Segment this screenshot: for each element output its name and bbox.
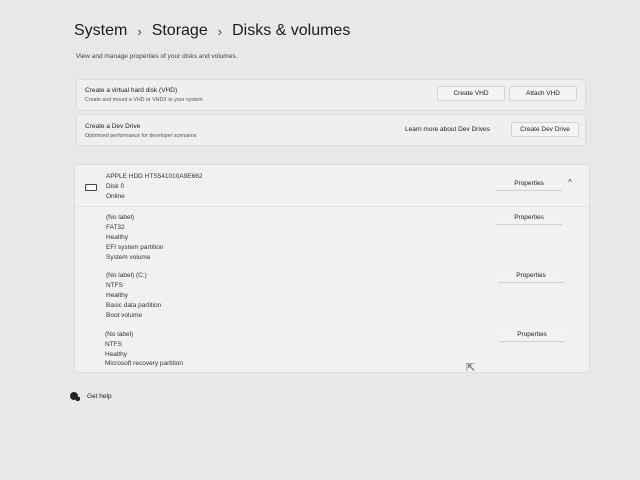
get-help-link[interactable]: Get help (70, 392, 112, 401)
create-dev-drive-button[interactable]: Create Dev Drive (511, 122, 579, 137)
chevron-up-icon[interactable]: ^ (568, 178, 572, 187)
disk-header[interactable]: APPLE HDD HTS541010A9E662 Disk 0 Online … (75, 165, 589, 207)
disk-properties-button[interactable]: Properties (496, 178, 562, 191)
breadcrumb: System › Storage › Disks & volumes (74, 22, 350, 40)
volume-health: Healthy (105, 351, 128, 358)
breadcrumb-separator: › (217, 23, 223, 39)
mouse-cursor-icon: ⇱ (466, 362, 476, 374)
get-help-label: Get help (87, 392, 112, 400)
page-title: Disks & volumes (232, 22, 351, 39)
volume-type: Basic data partition (106, 302, 162, 309)
dev-drive-description: Optimised performance for developer scen… (85, 133, 197, 139)
create-vhd-button[interactable]: Create VHD (437, 86, 505, 101)
vhd-description: Create and mount a VHD or VHDX to your s… (85, 97, 203, 103)
volume-label: (No label) (106, 214, 135, 221)
volume-type: Microsoft recovery partition (105, 360, 184, 367)
disk-number: Disk 0 (106, 183, 125, 190)
vhd-title: Create a virtual hard disk (VHD) (85, 87, 178, 94)
attach-vhd-button[interactable]: Attach VHD (509, 86, 577, 101)
dev-drive-title: Create a Dev Drive (85, 123, 141, 130)
volume-label: (No label) (C:) (106, 272, 147, 279)
volume-filesystem: FAT32 (106, 224, 125, 231)
volume-properties-button[interactable]: Properties (499, 329, 565, 342)
breadcrumb-system[interactable]: System (74, 22, 127, 40)
breadcrumb-storage[interactable]: Storage (152, 22, 208, 40)
dev-drive-card: Create a Dev Drive Optimised performance… (76, 114, 586, 146)
volume-filesystem: NTFS (106, 282, 123, 289)
disk-status: Online (106, 193, 125, 200)
volume-health: Healthy (106, 234, 129, 241)
disk-card: APPLE HDD HTS541010A9E662 Disk 0 Online … (74, 164, 590, 373)
volume-properties-button[interactable]: Properties (496, 212, 562, 225)
help-icon (70, 392, 80, 401)
learn-more-dev-drives-link[interactable]: Learn more about Dev Drives (405, 126, 490, 133)
volume-health: Healthy (106, 292, 129, 299)
volume-properties-button[interactable]: Properties (498, 270, 564, 283)
volume-filesystem: NTFS (105, 341, 122, 348)
hdd-icon (85, 184, 97, 191)
volume-role: System volume (106, 254, 151, 261)
volume-type: EFI system partition (106, 244, 164, 251)
volume-role: Boot volume (106, 312, 143, 319)
volume-label: (No label) (105, 331, 134, 338)
vhd-card: Create a virtual hard disk (VHD) Create … (76, 79, 586, 111)
page-subtitle: View and manage properties of your disks… (76, 53, 238, 60)
disk-name: APPLE HDD HTS541010A9E662 (106, 173, 203, 180)
breadcrumb-separator: › (137, 23, 142, 39)
